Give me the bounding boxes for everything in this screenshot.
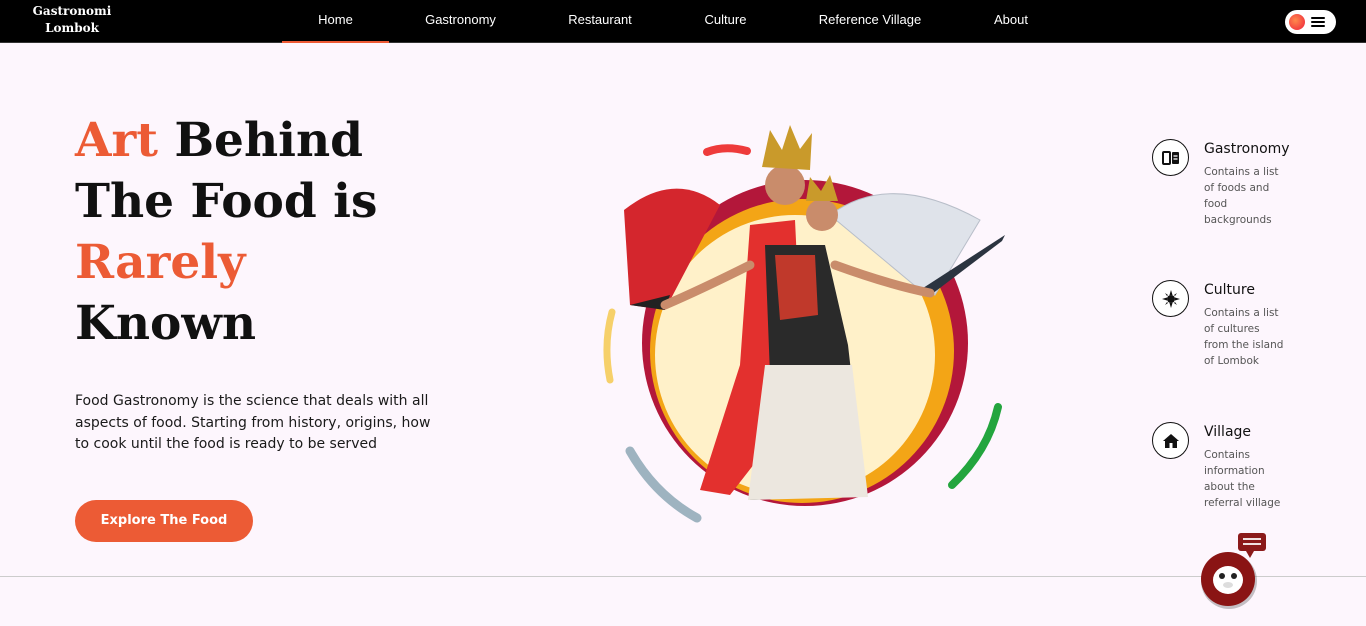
hero-description: Food Gastronomy is the science that deal…	[75, 393, 431, 452]
menu-book-icon	[1152, 139, 1189, 176]
feature-title: Village	[1204, 424, 1252, 440]
headline-art: Art	[75, 113, 158, 168]
hero-headline: Art Behind The Food is Rarely Known	[75, 110, 495, 354]
brand-logo[interactable]: Gastronomi Lombok	[22, 3, 122, 37]
headline-line2: The Food is	[75, 174, 378, 229]
explore-food-button[interactable]: Explore The Food	[75, 500, 253, 542]
feature-title: Culture	[1204, 282, 1255, 298]
nav-item-culture[interactable]: Culture	[668, 0, 783, 43]
house-icon	[1152, 422, 1189, 459]
section-divider	[0, 576, 1366, 577]
brand-line1: Gastronomi	[32, 4, 112, 18]
nav-menu: Home Gastronomy Restaurant Culture Refer…	[282, 0, 1065, 43]
chatbot-button[interactable]	[1200, 532, 1270, 612]
nav-item-gastronomy[interactable]: Gastronomy	[389, 0, 532, 43]
top-navbar: Gastronomi Lombok Home Gastronomy Restau…	[0, 0, 1366, 43]
nav-item-home[interactable]: Home	[282, 0, 389, 43]
nav-item-restaurant[interactable]: Restaurant	[532, 0, 668, 43]
theme-dot-icon	[1289, 14, 1305, 30]
feature-text: Contains a list of cultures from the isl…	[1204, 307, 1284, 367]
brand-line2: Lombok	[45, 21, 99, 35]
headline-known: Known	[75, 296, 257, 351]
hero-illustration	[603, 125, 1005, 523]
hamburger-icon	[1311, 17, 1325, 29]
nav-item-reference-village[interactable]: Reference Village	[783, 0, 957, 43]
feature-text: Contains information about the referral …	[1204, 449, 1281, 509]
theme-menu-toggle[interactable]	[1285, 10, 1336, 34]
compass-icon	[1152, 280, 1189, 317]
feature-title: Gastronomy	[1204, 141, 1290, 157]
feature-text: Contains a list of foods and food backgr…	[1204, 166, 1279, 226]
headline-rarely: Rarely	[75, 235, 246, 290]
headline-behind: Behind	[174, 113, 364, 168]
nav-item-about[interactable]: About	[957, 0, 1065, 43]
